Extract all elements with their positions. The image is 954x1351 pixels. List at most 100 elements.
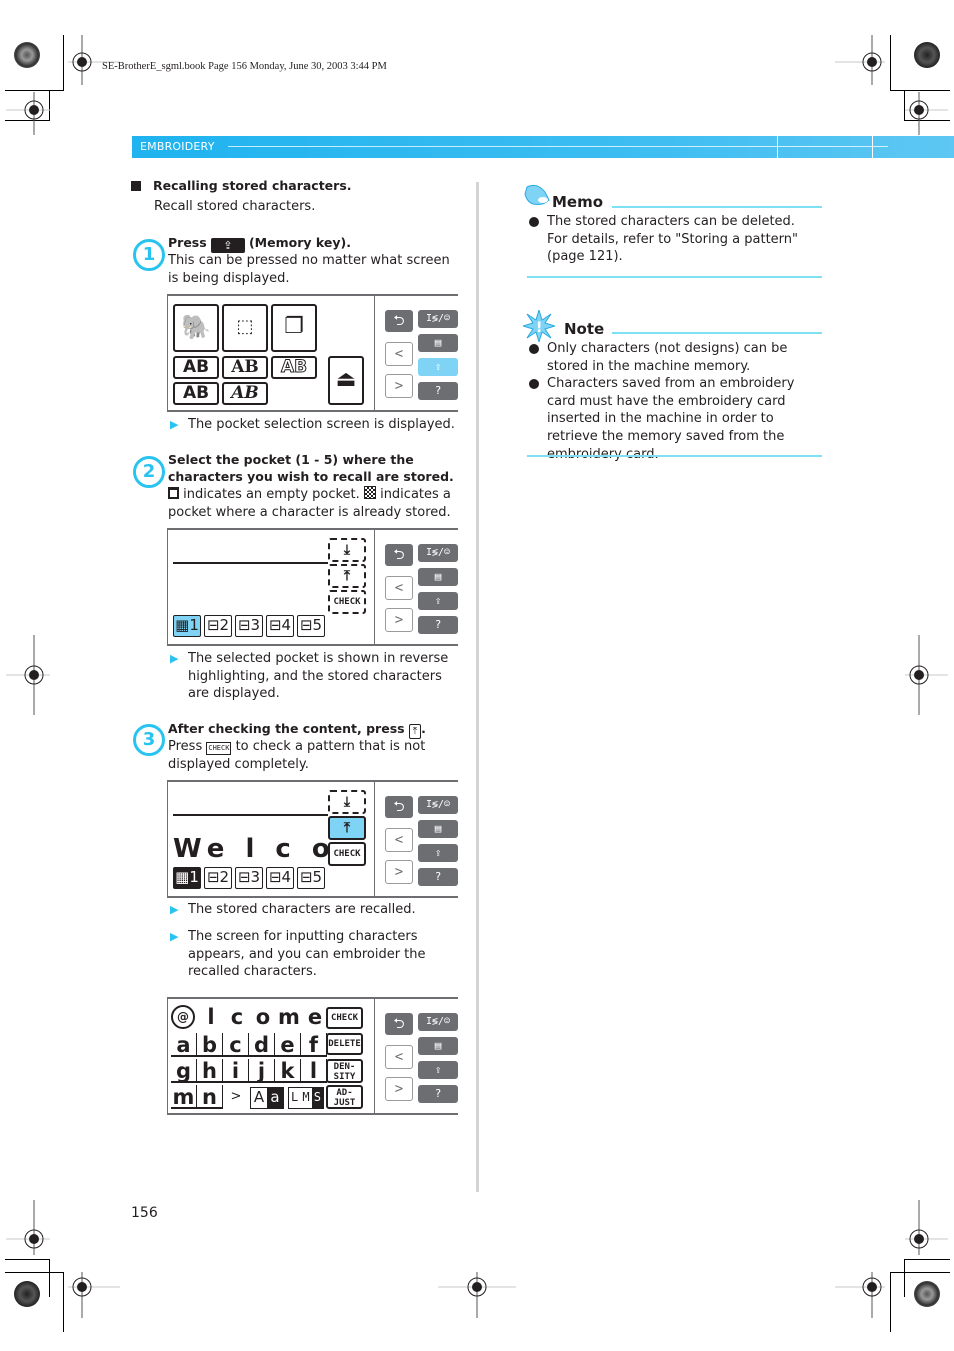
page-list-button[interactable]: ▤: [418, 820, 458, 838]
font-tile-1[interactable]: AB: [173, 356, 219, 379]
previous-page-button[interactable]: <: [385, 342, 413, 366]
character-key[interactable]: l: [301, 1059, 327, 1083]
next-character-page-button[interactable]: >: [223, 1085, 249, 1109]
memory-button[interactable]: ⇪: [418, 592, 458, 610]
next-page-button[interactable]: >: [385, 1077, 413, 1101]
store-button[interactable]: ⤓: [328, 790, 366, 814]
pocket-3[interactable]: ⊟3: [235, 867, 263, 889]
design-tile-frame[interactable]: ⬚: [222, 304, 268, 352]
memory-key-icon: ⇪: [210, 238, 245, 253]
size-toggle[interactable]: L M S: [288, 1087, 324, 1109]
design-tile-elephant[interactable]: 🐘: [173, 304, 219, 352]
adjust-button[interactable]: AD- JUST: [326, 1085, 363, 1109]
help-icon: ?: [434, 618, 442, 631]
mode-switch-icon: I≶/☺: [425, 799, 451, 810]
character-key[interactable]: i: [223, 1059, 249, 1083]
zoom-preview-icon[interactable]: @: [171, 1005, 195, 1029]
character-key[interactable]: n: [197, 1085, 223, 1109]
book-file-header: SE-BrotherE_sgml.book Page 156 Monday, J…: [102, 61, 387, 72]
next-page-button[interactable]: >: [385, 608, 413, 632]
lowercase-option[interactable]: a: [267, 1088, 283, 1108]
document-icon: ▤: [434, 336, 442, 349]
back-button[interactable]: ⮌: [385, 544, 413, 566]
font-tile-5[interactable]: AB: [222, 382, 268, 405]
step-3-body: Press CHECK to check a pattern that is n…: [168, 738, 460, 773]
character-key[interactable]: d: [249, 1033, 275, 1057]
next-page-button[interactable]: >: [385, 374, 413, 398]
sewing-mode-button[interactable]: I≶/☺: [418, 544, 458, 562]
recall-button[interactable]: ⤒: [328, 816, 366, 840]
page-list-button[interactable]: ▤: [418, 1037, 458, 1055]
pocket-5[interactable]: ⊟5: [297, 615, 325, 637]
download-icon: ⤓: [343, 794, 351, 810]
character-key[interactable]: g: [171, 1059, 197, 1083]
character-key[interactable]: f: [301, 1033, 327, 1057]
check-button[interactable]: CHECK: [326, 1007, 363, 1029]
chevron-left-icon: <: [394, 346, 404, 362]
pocket-row: ▦1 ⊟2 ⊟3 ⊟4 ⊟5: [173, 867, 333, 889]
pocket-3[interactable]: ⊟3: [235, 615, 263, 637]
character-key[interactable]: e: [275, 1033, 301, 1057]
font-tile-2[interactable]: AB: [222, 356, 268, 379]
memory-icon: ⇪: [434, 360, 442, 373]
next-page-button[interactable]: >: [385, 860, 413, 884]
pocket-1[interactable]: ▦1: [173, 615, 201, 637]
font-tile-4[interactable]: AB: [173, 382, 219, 405]
check-button[interactable]: CHECK: [328, 590, 366, 614]
help-button[interactable]: ?: [418, 382, 458, 400]
previous-page-button[interactable]: <: [385, 576, 413, 600]
back-button[interactable]: ⮌: [385, 796, 413, 818]
character-key[interactable]: m: [171, 1085, 197, 1109]
character-key[interactable]: j: [249, 1059, 275, 1083]
upload-icon: ⤒: [343, 568, 351, 584]
page-number: 156: [131, 1205, 158, 1221]
recall-button[interactable]: ⤒: [328, 564, 366, 588]
store-button[interactable]: ⤓: [328, 538, 366, 562]
pocket-1[interactable]: ▦1: [173, 867, 201, 889]
memo-bottom-rule: [527, 276, 822, 278]
size-medium-option[interactable]: M: [300, 1088, 311, 1108]
back-button[interactable]: ⮌: [385, 1013, 413, 1035]
mode-switch-icon: I≶/☺: [425, 313, 451, 324]
sewing-mode-button[interactable]: I≶/☺: [418, 796, 458, 814]
keyboard-row-3: m n >: [171, 1085, 251, 1111]
help-button[interactable]: ?: [418, 616, 458, 634]
size-small-option[interactable]: S: [311, 1088, 323, 1108]
delete-button[interactable]: DELETE: [326, 1033, 363, 1055]
mode-switch-icon: I≶/☺: [425, 547, 451, 558]
character-key[interactable]: c: [223, 1033, 249, 1057]
previous-page-button[interactable]: <: [385, 1045, 413, 1069]
size-large-option[interactable]: L: [289, 1088, 300, 1108]
case-toggle[interactable]: A a: [250, 1087, 284, 1109]
sewing-mode-button[interactable]: I≶/☺: [418, 1013, 458, 1031]
character-key[interactable]: h: [197, 1059, 223, 1083]
memory-button[interactable]: ⇪: [418, 358, 458, 376]
uppercase-option[interactable]: A: [251, 1088, 267, 1108]
pocket-4[interactable]: ⊟4: [266, 615, 294, 637]
pocket-4[interactable]: ⊟4: [266, 867, 294, 889]
character-key[interactable]: b: [197, 1033, 223, 1057]
page-list-button[interactable]: ▤: [418, 568, 458, 586]
character-key[interactable]: k: [275, 1059, 301, 1083]
pocket-5[interactable]: ⊟5: [297, 867, 325, 889]
design-tile-card[interactable]: ❐: [271, 304, 317, 352]
help-button[interactable]: ?: [418, 868, 458, 886]
memory-button[interactable]: ⇪: [418, 844, 458, 862]
memory-recall-icon[interactable]: ⏏: [328, 356, 364, 405]
back-button[interactable]: ⮌: [385, 310, 413, 332]
pocket-2[interactable]: ⊟2: [204, 615, 232, 637]
previous-page-button[interactable]: <: [385, 828, 413, 852]
page-list-button[interactable]: ▤: [418, 334, 458, 352]
input-character: o: [255, 1005, 271, 1029]
section-heading: Recalling stored characters.: [131, 178, 352, 193]
help-button[interactable]: ?: [418, 1085, 458, 1103]
sewing-mode-button[interactable]: I≶/☺: [418, 310, 458, 328]
document-icon: ▤: [434, 822, 442, 835]
memory-button[interactable]: ⇪: [418, 1061, 458, 1079]
density-button[interactable]: DEN- SITY: [326, 1059, 363, 1083]
character-key[interactable]: a: [171, 1033, 197, 1057]
step-1-heading-pre: Press: [168, 235, 207, 250]
check-button[interactable]: CHECK: [328, 842, 366, 866]
font-tile-3[interactable]: AB: [271, 356, 317, 379]
pocket-2[interactable]: ⊟2: [204, 867, 232, 889]
